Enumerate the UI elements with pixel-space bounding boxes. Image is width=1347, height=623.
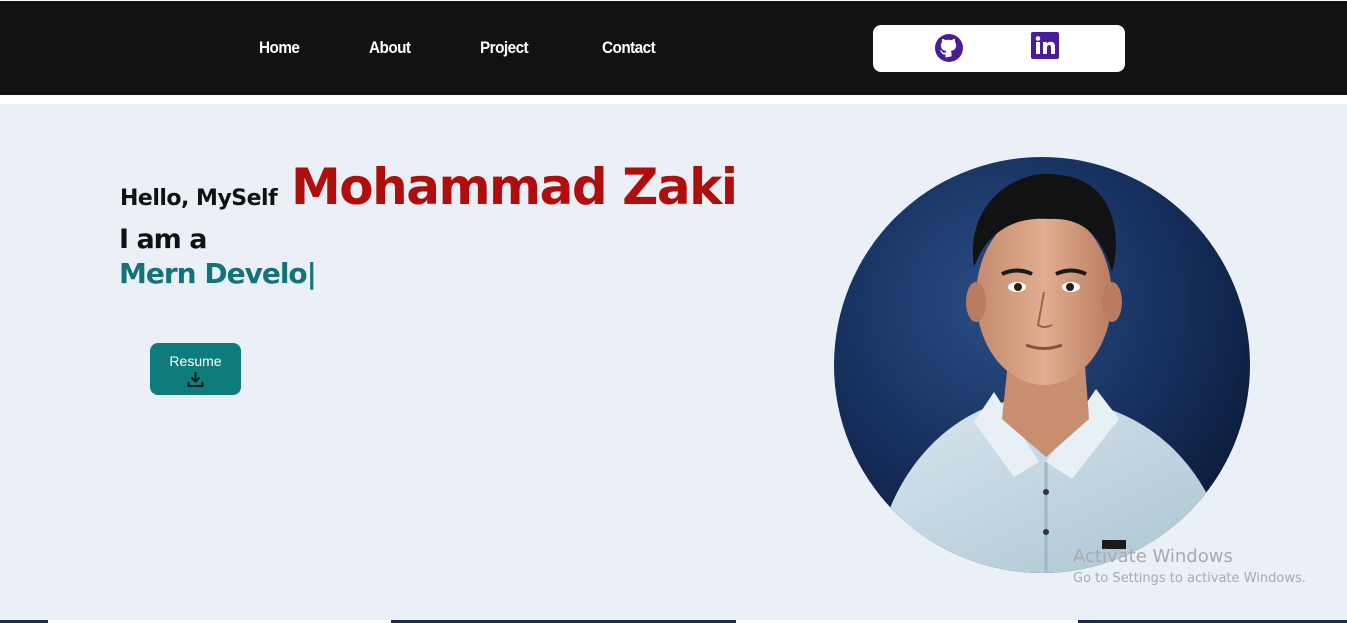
social-links (873, 25, 1125, 72)
typed-role-text: Mern Develo| (119, 257, 317, 290)
github-icon[interactable] (934, 33, 964, 68)
nav-link-project[interactable]: Project (480, 38, 529, 58)
download-icon (187, 371, 204, 391)
activate-windows-title: Activate Windows (1073, 546, 1233, 567)
greeting-text: Hello, MySelf (120, 186, 278, 211)
navbar: Home About Project Contact (0, 1, 1347, 95)
profile-photo (834, 157, 1250, 573)
nav-link-contact[interactable]: Contact (602, 38, 656, 58)
resume-download-button[interactable]: Resume (150, 343, 241, 395)
nav-link-about[interactable]: About (369, 38, 411, 58)
resume-button-label: Resume (169, 353, 222, 369)
hero-name: Mohammad Zaki (291, 158, 738, 216)
linkedin-icon[interactable] (1031, 32, 1059, 64)
nav-link-home[interactable]: Home (259, 38, 300, 58)
intro-text: I am a (119, 224, 207, 255)
activate-windows-subtitle: Go to Settings to activate Windows. (1073, 571, 1306, 586)
